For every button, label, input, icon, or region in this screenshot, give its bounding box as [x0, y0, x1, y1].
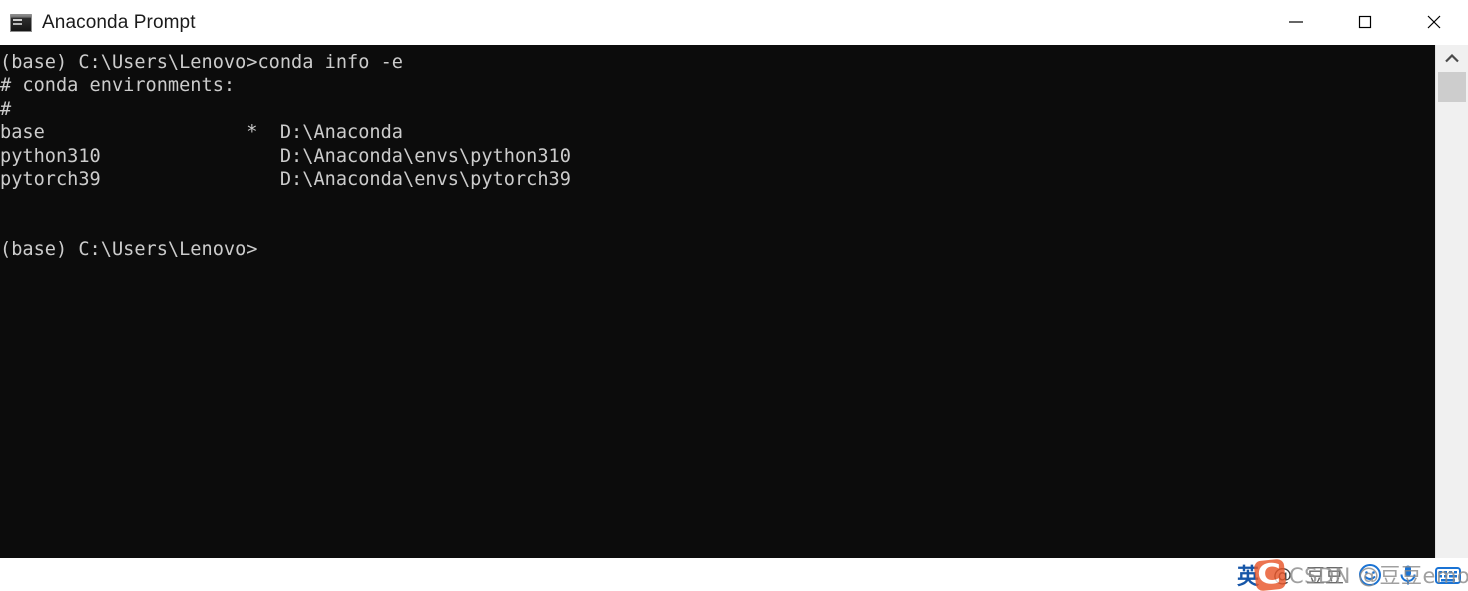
bottom-strip: 英 @ 豆豆: [0, 558, 1468, 591]
close-icon: [1427, 15, 1440, 29]
title-bar[interactable]: Anaconda Prompt: [0, 0, 1468, 46]
terminal-text: (base) C:\Users\Lenovo>conda info -e # co…: [0, 51, 571, 262]
maximize-button[interactable]: [1330, 0, 1399, 44]
scroll-up-button[interactable]: [1436, 45, 1468, 72]
ime-toolbar[interactable]: 英 @ 豆豆: [1237, 558, 1468, 591]
terminal-line: #: [0, 98, 12, 120]
console-icon: [10, 13, 32, 32]
terminal-output-area[interactable]: (base) C:\Users\Lenovo>conda info -e # co…: [0, 45, 1436, 558]
chevron-up-icon: [1445, 54, 1459, 63]
minimize-icon: [1288, 21, 1303, 23]
ime-at-symbol[interactable]: @: [1273, 564, 1292, 586]
terminal-line: (base) C:\Users\Lenovo>conda info -e: [0, 52, 403, 73]
terminal-line: base * D:\Anaconda: [0, 122, 403, 144]
terminal-line: pytorch39 D:\Anaconda\envs\pytorch39: [0, 168, 571, 190]
scrollbar-thumb[interactable]: [1438, 72, 1466, 102]
vertical-scrollbar[interactable]: [1435, 45, 1468, 558]
microphone-glyph: [1400, 565, 1416, 584]
keyboard-icon[interactable]: [1434, 563, 1462, 587]
ime-user-name: 豆豆: [1305, 565, 1344, 587]
smiley-icon[interactable]: [1358, 563, 1382, 587]
terminal-line: # conda environments:: [0, 75, 236, 97]
close-button[interactable]: [1399, 0, 1468, 44]
ime-language-toggle[interactable]: 英: [1237, 559, 1259, 591]
keyboard-glyph: [1435, 566, 1461, 584]
anaconda-prompt-window: Anaconda Prompt (base) C:\Users\Lenovo>c…: [0, 0, 1468, 591]
maximize-icon: [1358, 15, 1371, 29]
smiley-glyph: [1359, 563, 1381, 586]
minimize-button[interactable]: [1261, 0, 1330, 44]
scrollbar-track[interactable]: [1436, 102, 1468, 558]
microphone-icon[interactable]: [1396, 563, 1420, 587]
terminal-line: python310 D:\Anaconda\envs\python310: [0, 145, 571, 167]
terminal-prompt-line: (base) C:\Users\Lenovo>: [0, 239, 258, 261]
window-controls: [1261, 0, 1468, 44]
window-title: Anaconda Prompt: [42, 11, 196, 33]
